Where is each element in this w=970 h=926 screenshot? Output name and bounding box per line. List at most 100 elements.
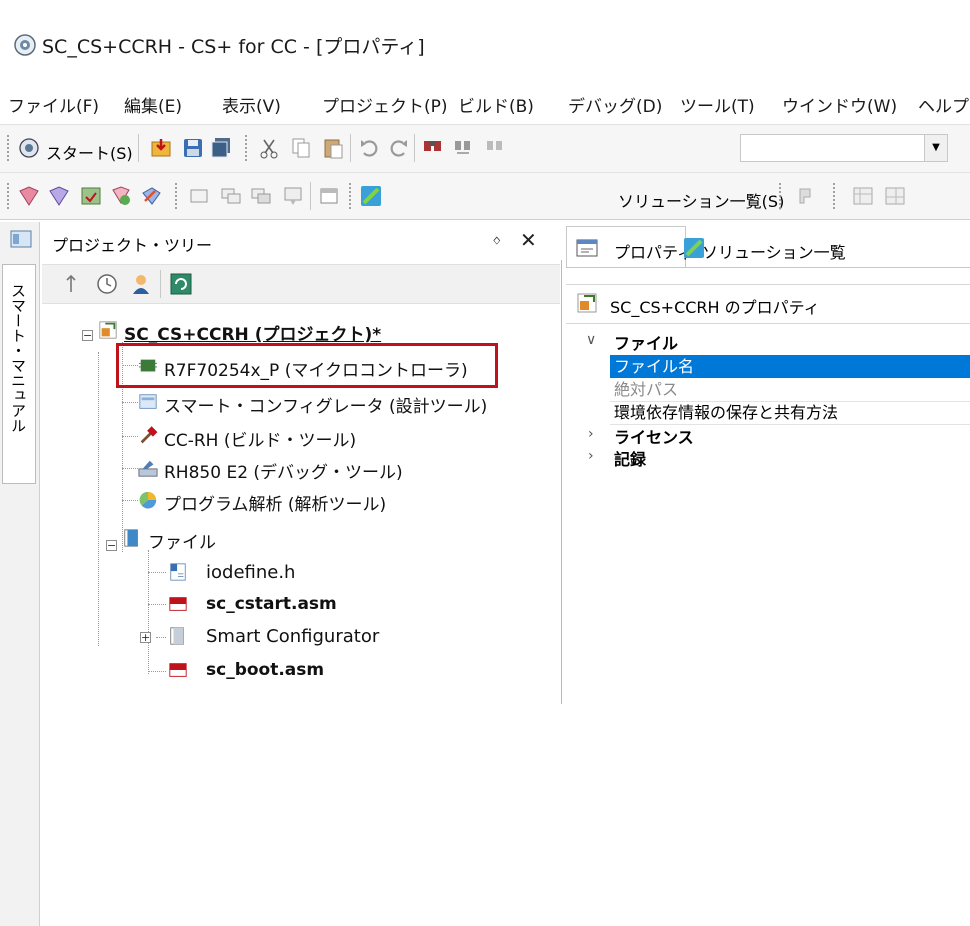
stop-icon[interactable] — [188, 185, 210, 207]
smart-manual-tab[interactable]: スマート・マニュアル — [2, 264, 36, 484]
disconnect-icon[interactable] — [250, 185, 272, 207]
asm-file-icon — [169, 663, 187, 677]
search-combo[interactable] — [740, 134, 948, 162]
tree-line — [148, 550, 149, 674]
expand-toggle[interactable]: + — [140, 632, 151, 643]
tree-item-file-folder[interactable]: ファイル — [148, 528, 216, 553]
project-tree-toolbar — [42, 264, 560, 304]
close-icon[interactable]: ✕ — [520, 228, 537, 252]
open-project-icon[interactable] — [150, 137, 172, 159]
panel-icon — [10, 230, 32, 248]
collapse-toggle[interactable]: − — [106, 540, 117, 551]
connect-icon[interactable] — [220, 185, 242, 207]
properties-icon — [576, 239, 598, 257]
layout-icon[interactable] — [852, 185, 874, 207]
properties-subtitle: SC_CS+CCRH のプロパティ — [610, 298, 820, 317]
smart-configurator-icon — [139, 394, 157, 409]
build-icon[interactable] — [18, 185, 40, 207]
layout2-icon[interactable] — [884, 185, 906, 207]
chevron-right-icon[interactable]: › — [588, 448, 594, 464]
save-icon[interactable] — [182, 137, 204, 159]
tree-root-project[interactable]: SC_CS+CCRH (プロジェクト)* — [124, 320, 381, 345]
toolbar-grip[interactable] — [778, 182, 782, 210]
manual-icon[interactable] — [796, 185, 818, 207]
category-record[interactable]: 記録 — [614, 446, 646, 470]
toolbar-grip[interactable] — [174, 182, 178, 210]
chevron-down-icon[interactable]: ▼ — [924, 135, 947, 161]
tree-file-sc-cstart[interactable]: sc_cstart.asm — [206, 594, 337, 614]
solution-list-button[interactable]: ソリューション一覧(S) — [618, 188, 784, 212]
menu-debug[interactable]: デバッグ(D) — [568, 92, 662, 117]
clock-icon[interactable] — [96, 273, 118, 295]
category-file[interactable]: ファイル — [614, 330, 678, 354]
tab-divider — [566, 267, 970, 268]
toolbar-separator — [350, 134, 351, 162]
toolbar-separator — [310, 182, 311, 210]
undo-icon[interactable] — [358, 137, 380, 159]
window-icon[interactable] — [318, 185, 340, 207]
category-license[interactable]: ライセンス — [614, 424, 694, 448]
toolbar-grip[interactable] — [6, 134, 10, 162]
chevron-down-icon[interactable]: ∨ — [586, 332, 596, 348]
rebuild-download-icon[interactable] — [110, 185, 132, 207]
cut-icon[interactable] — [258, 137, 280, 159]
tree-file-iodefine[interactable]: iodefine.h — [206, 562, 295, 583]
menu-view[interactable]: 表示(V) — [222, 92, 281, 117]
clean-icon[interactable] — [140, 185, 162, 207]
find-icon[interactable] — [422, 137, 444, 159]
property-file-name[interactable]: ファイル名 — [610, 355, 970, 378]
menu-help[interactable]: ヘルプ( — [918, 92, 970, 117]
rebuild-icon[interactable] — [48, 185, 70, 207]
sort-icon[interactable] — [60, 273, 82, 295]
redo-icon[interactable] — [388, 137, 410, 159]
chevron-right-icon[interactable]: › — [588, 426, 594, 442]
property-absolute-path[interactable]: 絶対パス — [610, 378, 970, 401]
menu-edit[interactable]: 編集(E) — [124, 92, 182, 117]
find-next-icon[interactable] — [452, 137, 474, 159]
tree-folder-smart-configurator[interactable]: Smart Configurator — [206, 626, 379, 647]
menu-build[interactable]: ビルド(B) — [458, 92, 534, 117]
tree-line — [122, 402, 138, 403]
user-icon[interactable] — [130, 273, 152, 295]
toolbar-grip[interactable] — [244, 134, 248, 162]
tab-solution-list[interactable]: ソリューション一覧 — [702, 239, 846, 263]
start-button[interactable]: スタート(S) — [46, 140, 133, 164]
tab-properties-label[interactable]: プロパティ — [614, 239, 693, 263]
toolbar-separator — [414, 134, 415, 162]
toolbar-separator — [160, 270, 161, 298]
build-download-icon[interactable] — [80, 185, 102, 207]
refresh-icon[interactable] — [170, 273, 192, 295]
start-icon[interactable] — [18, 137, 40, 159]
toolbar-grip[interactable] — [348, 182, 352, 210]
folder-icon — [124, 529, 138, 547]
tree-item-analysis-tool[interactable]: プログラム解析 (解析ツール) — [164, 490, 386, 515]
tree-line — [122, 500, 138, 501]
folder-icon — [170, 627, 184, 645]
tree-item-build-tool[interactable]: CC-RH (ビルド・ツール) — [164, 426, 356, 451]
project-icon — [577, 293, 597, 313]
tree-file-sc-boot[interactable]: sc_boot.asm — [206, 660, 324, 680]
menu-project[interactable]: プロジェクト(P) — [322, 92, 448, 117]
toolbar-grip[interactable] — [6, 182, 10, 210]
toolbar-grip[interactable] — [832, 182, 836, 210]
menu-tools[interactable]: ツール(T) — [680, 92, 755, 117]
menu-window[interactable]: ウインドウ(W) — [782, 92, 897, 117]
app-icon — [14, 34, 36, 56]
pin-icon[interactable]: ᛜ — [492, 232, 502, 251]
save-all-icon[interactable] — [210, 137, 232, 159]
debugger-icon — [138, 460, 158, 477]
project-icon — [99, 321, 117, 339]
find-prev-icon[interactable] — [484, 137, 506, 159]
analysis-icon — [139, 491, 157, 509]
menu-file[interactable]: ファイル(F) — [8, 92, 99, 117]
property-env-info[interactable]: 環境依存情報の保存と共有方法 — [610, 401, 970, 424]
tree-item-design-tool[interactable]: スマート・コンフィグレータ (設計ツール) — [164, 392, 487, 417]
download-icon[interactable] — [282, 185, 304, 207]
paste-icon[interactable] — [322, 137, 344, 159]
copy-icon[interactable] — [290, 137, 312, 159]
tree-item-debug-tool[interactable]: RH850 E2 (デバッグ・ツール) — [164, 458, 403, 483]
tree-line — [156, 637, 166, 638]
collapse-toggle[interactable]: − — [82, 330, 93, 341]
window-title: SC_CS+CCRH - CS+ for CC - [プロパティ] — [42, 36, 425, 58]
solution-list-icon[interactable] — [360, 185, 382, 207]
